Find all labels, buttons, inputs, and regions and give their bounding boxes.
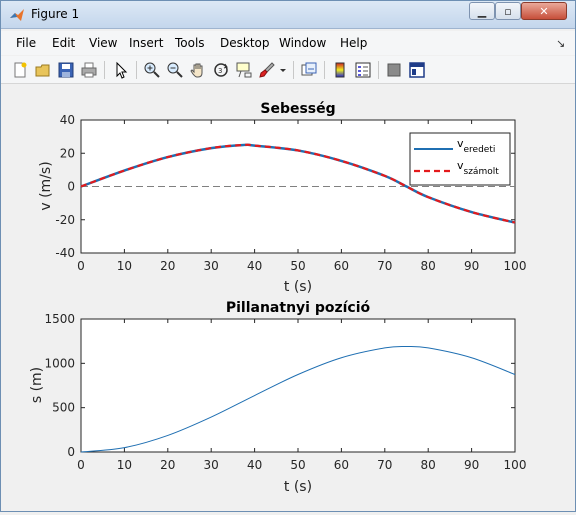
window-title: Figure 1	[31, 7, 80, 21]
velocity-x-axis-label: t (s)	[284, 279, 312, 295]
position-y-tick-label: 1500	[44, 312, 75, 326]
velocity-x-tick-label: 50	[290, 259, 305, 273]
velocity-title: Sebesség	[260, 101, 335, 117]
position-x-tick-label: 60	[334, 458, 349, 472]
velocity-x-tick-label: 10	[117, 259, 132, 273]
velocity-x-tick-label: 90	[464, 259, 479, 273]
maximize-icon: ▫	[504, 4, 512, 18]
menu-edit[interactable]: Edit	[52, 36, 75, 50]
hide-plot-tools-icon[interactable]	[385, 61, 403, 79]
figure-toolbar: 3	[1, 56, 575, 84]
menu-desktop[interactable]: Desktop	[220, 36, 270, 50]
position-x-tick-label: 10	[117, 458, 132, 472]
position-axes[interactable]: Pillanatnyi pozíció 0 10 20 30 40 50 60 70 80 90 1…	[29, 300, 526, 495]
pan-hand-icon[interactable]	[189, 61, 207, 79]
position-x-axis-label: t (s)	[284, 479, 312, 495]
link-plot-icon[interactable]	[300, 61, 318, 79]
minimize-icon: ▁	[477, 4, 487, 18]
maximize-button[interactable]: ▫	[495, 2, 521, 20]
toolbar-separator	[378, 61, 379, 79]
velocity-x-tick-label: 70	[377, 259, 392, 273]
title-bar: Figure 1 ▁ ▫ ✕	[1, 1, 575, 29]
open-file-icon[interactable]	[34, 61, 52, 79]
velocity-x-tick-label: 80	[421, 259, 436, 273]
menu-file[interactable]: File	[16, 36, 36, 50]
position-x-tick-label: 70	[377, 458, 392, 472]
toolbar-separator	[293, 61, 294, 79]
matlab-logo-icon	[10, 9, 24, 21]
show-plot-tools-icon[interactable]	[408, 61, 426, 79]
menu-insert[interactable]: Insert	[129, 36, 163, 50]
brush-icon[interactable]	[258, 61, 276, 79]
toolbar-separator	[324, 61, 325, 79]
velocity-x-tick-label: 30	[204, 259, 219, 273]
menu-tools[interactable]: Tools	[175, 36, 205, 50]
menu-help[interactable]: Help	[340, 36, 367, 50]
position-plot-area	[80, 318, 516, 453]
position-x-tick-label: 80	[421, 458, 436, 472]
minimize-button[interactable]: ▁	[469, 2, 495, 20]
insert-colorbar-icon[interactable]	[331, 61, 349, 79]
velocity-y-tick-label: 0	[67, 180, 75, 194]
menu-window[interactable]: Window	[279, 36, 326, 50]
toolbar-separator	[104, 61, 105, 79]
close-icon: ✕	[539, 4, 549, 18]
velocity-y-tick-label: 40	[60, 113, 75, 127]
position-y-tick-label: 1000	[44, 356, 75, 370]
position-x-tick-label: 50	[290, 458, 305, 472]
velocity-x-tick-label: 20	[160, 259, 175, 273]
velocity-y-tick-label: -40	[55, 246, 75, 260]
velocity-axes[interactable]: Sebesség 0 10 20 30 40 50 60 70 80 90 100 -40 -20 0 20…	[38, 101, 526, 295]
position-x-tick-label: 30	[204, 458, 219, 472]
position-title: Pillanatnyi pozíció	[226, 300, 371, 316]
velocity-x-tick-label: 100	[504, 259, 527, 273]
print-icon[interactable]	[80, 61, 98, 79]
velocity-y-axis-label: v (m/s)	[38, 161, 54, 210]
velocity-x-tick-label: 0	[77, 259, 85, 273]
figure-canvas: Sebesség 0 10 20 30 40 50 60 70 80 90 100 -40 -20 0 20…	[1, 85, 575, 511]
figure-window: Figure 1 ▁ ▫ ✕ File Edit View Insert Too…	[0, 0, 576, 512]
position-x-tick-label: 90	[464, 458, 479, 472]
plots-svg: Sebesség 0 10 20 30 40 50 60 70 80 90 100-40-20020…	[29, 101, 526, 495]
position-x-tick-label: 40	[247, 458, 262, 472]
insert-legend-icon[interactable]	[354, 61, 372, 79]
zoom-out-icon[interactable]	[166, 61, 184, 79]
zoom-in-icon[interactable]	[143, 61, 161, 79]
position-y-tick-label: 0	[67, 445, 75, 459]
position-x-tick-label: 20	[160, 458, 175, 472]
position-y-axis-label: s (m)	[29, 367, 45, 403]
menu-view[interactable]: View	[89, 36, 117, 50]
menu-bar: File Edit View Insert Tools Desktop Wind…	[1, 31, 575, 55]
edit-plot-arrow-icon[interactable]	[112, 61, 130, 79]
position-x-tick-label: 100	[504, 458, 527, 472]
velocity-y-tick-label: 20	[60, 146, 75, 160]
data-cursor-icon[interactable]	[235, 61, 253, 79]
close-button[interactable]: ✕	[521, 2, 567, 20]
velocity-x-tick-label: 40	[247, 259, 262, 273]
brush-dropdown-icon[interactable]	[278, 61, 288, 79]
save-icon[interactable]	[57, 61, 75, 79]
velocity-legend[interactable]: veredeti vszámolt	[409, 132, 511, 186]
position-x-tick-label: 0	[77, 458, 85, 472]
svg-text:3: 3	[218, 67, 222, 75]
position-y-tick-label: 500	[52, 401, 75, 415]
rotate-3d-icon[interactable]: 3	[212, 61, 230, 79]
dock-arrow-icon[interactable]: ↘	[556, 37, 565, 50]
toolbar-separator	[136, 61, 137, 79]
velocity-y-tick-label: -20	[55, 213, 75, 227]
new-figure-icon[interactable]	[11, 61, 29, 79]
velocity-x-tick-label: 60	[334, 259, 349, 273]
